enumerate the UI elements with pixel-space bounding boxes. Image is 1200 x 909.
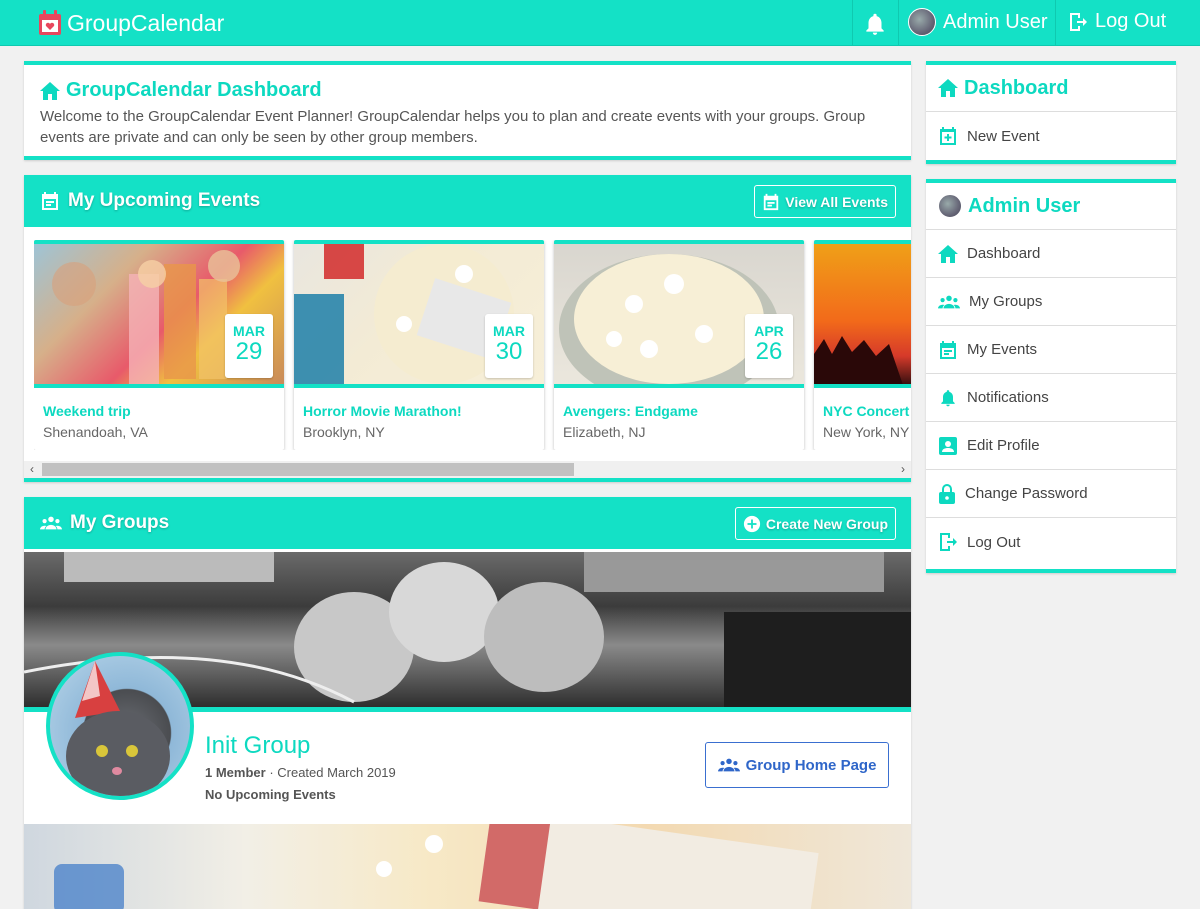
event-card[interactable]: NYC Concert New York, NY [814,240,911,450]
event-date-badge: MAR 29 [225,314,273,378]
event-title[interactable]: NYC Concert [823,403,909,419]
event-month: APR [754,323,784,339]
event-location: New York, NY [823,424,910,440]
event-location: Shenandoah, VA [43,424,148,440]
event-month: MAR [493,323,525,339]
lock-icon [939,483,955,504]
brand-link[interactable]: GroupCalendar [38,9,224,37]
home-icon [40,81,60,100]
view-all-events-label: View All Events [785,193,888,210]
logout-link[interactable]: Log Out [1068,10,1166,33]
upcoming-events-title: My Upcoming Events [68,190,261,211]
calendar-heart-icon [39,10,61,35]
event-location: Elizabeth, NJ [563,424,646,440]
dashboard-heading: GroupCalendar Dashboard [40,79,895,102]
sidebar-item-label: Log Out [967,533,1021,551]
sidebar-user-card: Admin User Dashboard My Groups My Events… [926,179,1176,573]
group-upcoming-status: No Upcoming Events [205,787,336,802]
events-carousel: MAR 29 Weekend trip Shenandoah, VA MAR 3… [34,240,911,450]
upcoming-events-panel: My Upcoming Events View All Events MAR 2… [24,175,911,482]
group-name[interactable]: Init Group [205,732,310,760]
home-icon [938,244,958,263]
user-menu[interactable]: Admin User [908,8,1047,36]
group-created-date: · Created March 2019 [265,765,396,780]
sidebar-item-edit-profile[interactable]: Edit Profile [926,422,1176,470]
bell-icon [941,389,955,406]
sidebar-item-label: My Events [967,341,1038,358]
sidebar-item-notifications[interactable]: Notifications [926,374,1176,422]
event-title[interactable]: Avengers: Endgame [563,403,698,419]
sidebar-item-label: Notifications [967,389,1049,406]
group-member-count: 1 Member [205,765,266,780]
event-card[interactable]: MAR 29 Weekend trip Shenandoah, VA [34,240,284,450]
scroll-left-icon[interactable]: ‹ [24,461,40,478]
create-new-group-label: Create New Group [765,515,888,532]
logout-icon [940,533,957,551]
sidebar-item-label: Edit Profile [967,437,1040,454]
event-card[interactable]: MAR 30 Horror Movie Marathon! Brooklyn, … [294,240,544,450]
brand-name: GroupCalendar [67,9,225,36]
user-name: Admin User [943,10,1048,33]
group-avatar[interactable] [46,652,194,800]
sidebar-item-label: My Groups [969,293,1043,310]
event-date-badge: APR 26 [745,314,793,378]
logout-label: Log Out [1095,10,1167,32]
event-image [814,244,911,388]
group-home-page-label: Group Home Page [745,756,877,774]
calendar-icon [42,192,58,210]
event-day: 30 [495,338,523,365]
avatar [938,194,962,218]
bell-icon[interactable] [862,11,888,37]
event-card[interactable]: APR 26 Avengers: Endgame Elizabeth, NJ [554,240,804,450]
sidebar-dashboard-title: Dashboard [964,76,1069,99]
scrollbar-thumb[interactable] [42,463,574,476]
avatar [908,8,936,36]
dashboard-intro-card: GroupCalendar Dashboard Welcome to the G… [24,61,911,160]
logout-icon [1070,12,1087,31]
group-cover-image [24,824,911,909]
event-day: 26 [755,338,783,365]
profile-card-icon [939,436,957,455]
sidebar-item-my-events[interactable]: My Events [926,326,1176,374]
groups-icon [938,295,960,308]
event-location: Brooklyn, NY [303,424,385,440]
sidebar-item-label: Change Password [965,485,1088,502]
sidebar-item-label: New Event [967,127,1040,145]
group-home-page-button[interactable]: Group Home Page [705,742,889,788]
sidebar-dashboard-link[interactable]: Dashboard [926,65,1176,112]
event-date-badge: MAR 30 [485,314,533,378]
event-month: MAR [233,323,265,339]
sidebar-item-change-password[interactable]: Change Password [926,470,1176,518]
plus-circle-icon [743,515,760,532]
event-title[interactable]: Weekend trip [43,403,131,419]
sidebar-item-dashboard[interactable]: Dashboard [926,230,1176,278]
sidebar-item-new-event[interactable]: New Event [926,112,1176,160]
my-groups-panel: My Groups Create New Group Init Group 1 … [24,497,911,909]
group-meta: 1 Member · Created March 2019 [205,765,396,780]
page-title: GroupCalendar Dashboard [66,79,322,101]
sidebar-dashboard-card: Dashboard New Event [926,61,1176,164]
sidebar-item-label: Dashboard [967,245,1041,262]
home-icon [938,79,958,97]
my-groups-title: My Groups [70,512,170,533]
view-all-events-button[interactable]: View All Events [754,185,896,218]
sidebar-user-name: Admin User [968,194,1081,217]
dashboard-welcome-text: Welcome to the GroupCalendar Event Plann… [40,108,866,146]
event-day: 29 [235,338,263,365]
top-navbar: GroupCalendar Admin User Log Out [0,0,1200,46]
calendar-icon [940,340,956,359]
plus-box-icon [940,127,956,145]
sidebar-user-header[interactable]: Admin User [926,183,1176,230]
sidebar-item-log-out[interactable]: Log Out [926,518,1176,566]
calendar-list-icon [764,193,779,210]
groups-icon [717,758,740,772]
scroll-right-icon[interactable]: › [895,461,911,478]
event-title[interactable]: Horror Movie Marathon! [303,403,462,419]
groups-icon [40,516,62,530]
sidebar-item-my-groups[interactable]: My Groups [926,278,1176,326]
events-horizontal-scrollbar[interactable]: ‹ › [24,461,911,478]
create-new-group-button[interactable]: Create New Group [734,507,896,540]
